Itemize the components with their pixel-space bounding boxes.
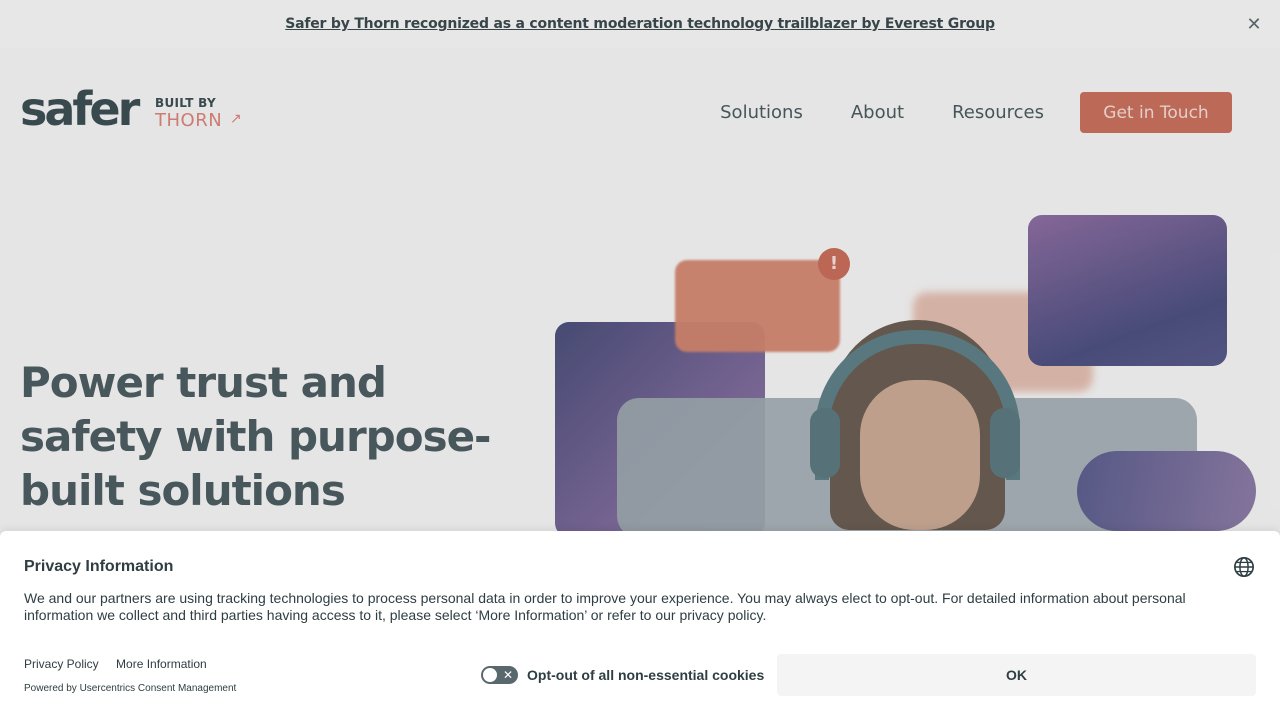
- opt-out-control: ✕ Opt-out of all non-essential cookies: [481, 666, 764, 684]
- decor-grid-tile: [1028, 215, 1227, 366]
- nav-item-about[interactable]: About: [851, 102, 904, 123]
- hero-title: Power trust and safety with purpose-buil…: [20, 358, 492, 515]
- opt-out-label: Opt-out of all non-essential cookies: [527, 667, 765, 683]
- close-x-icon: ✕: [502, 668, 513, 682]
- consent-body: We and our partners are using tracking t…: [24, 590, 1186, 623]
- consent-title: Privacy Information: [24, 558, 174, 575]
- headphone-cup-left: [810, 408, 840, 478]
- safer-logo[interactable]: safer BUILT BY THORN ↗: [20, 82, 250, 138]
- nav-item-solutions[interactable]: Solutions: [720, 102, 803, 123]
- announcement-link[interactable]: Safer by Thorn recognized as a content m…: [285, 16, 995, 32]
- consent-links: Privacy Policy More Information: [24, 657, 221, 671]
- toggle-knob: [483, 668, 497, 682]
- thorn-mark-icon: ↗: [230, 110, 242, 126]
- powered-by: Powered by Usercentrics Consent Manageme…: [24, 683, 237, 694]
- privacy-policy-link[interactable]: Privacy Policy: [24, 657, 99, 671]
- logo-built-by: BUILT BY: [155, 96, 216, 110]
- site-header: safer BUILT BY THORN ↗ Solutions About R…: [0, 48, 1280, 176]
- more-information-link[interactable]: More Information: [116, 657, 207, 671]
- ok-button[interactable]: OK: [777, 654, 1256, 696]
- person-photo: [810, 320, 1020, 535]
- logo-wordmark: safer: [20, 82, 140, 136]
- opt-out-toggle[interactable]: ✕: [481, 666, 518, 684]
- alert-icon: !: [818, 248, 850, 280]
- hero-illustration: !: [555, 210, 1280, 538]
- cookie-consent-banner: Privacy Information We and our partners …: [0, 531, 1280, 720]
- globe-icon[interactable]: [1233, 556, 1255, 578]
- main-nav: Solutions About Resources Get in Touch: [720, 92, 1232, 133]
- headphone-cup-right: [990, 408, 1020, 478]
- close-icon[interactable]: ✕: [1244, 14, 1264, 34]
- get-in-touch-button[interactable]: Get in Touch: [1080, 92, 1232, 133]
- decor-grid-tile: [1077, 451, 1256, 531]
- announcement-bar: Safer by Thorn recognized as a content m…: [0, 0, 1280, 48]
- nav-item-resources[interactable]: Resources: [952, 102, 1044, 123]
- logo-thorn: THORN: [155, 110, 223, 131]
